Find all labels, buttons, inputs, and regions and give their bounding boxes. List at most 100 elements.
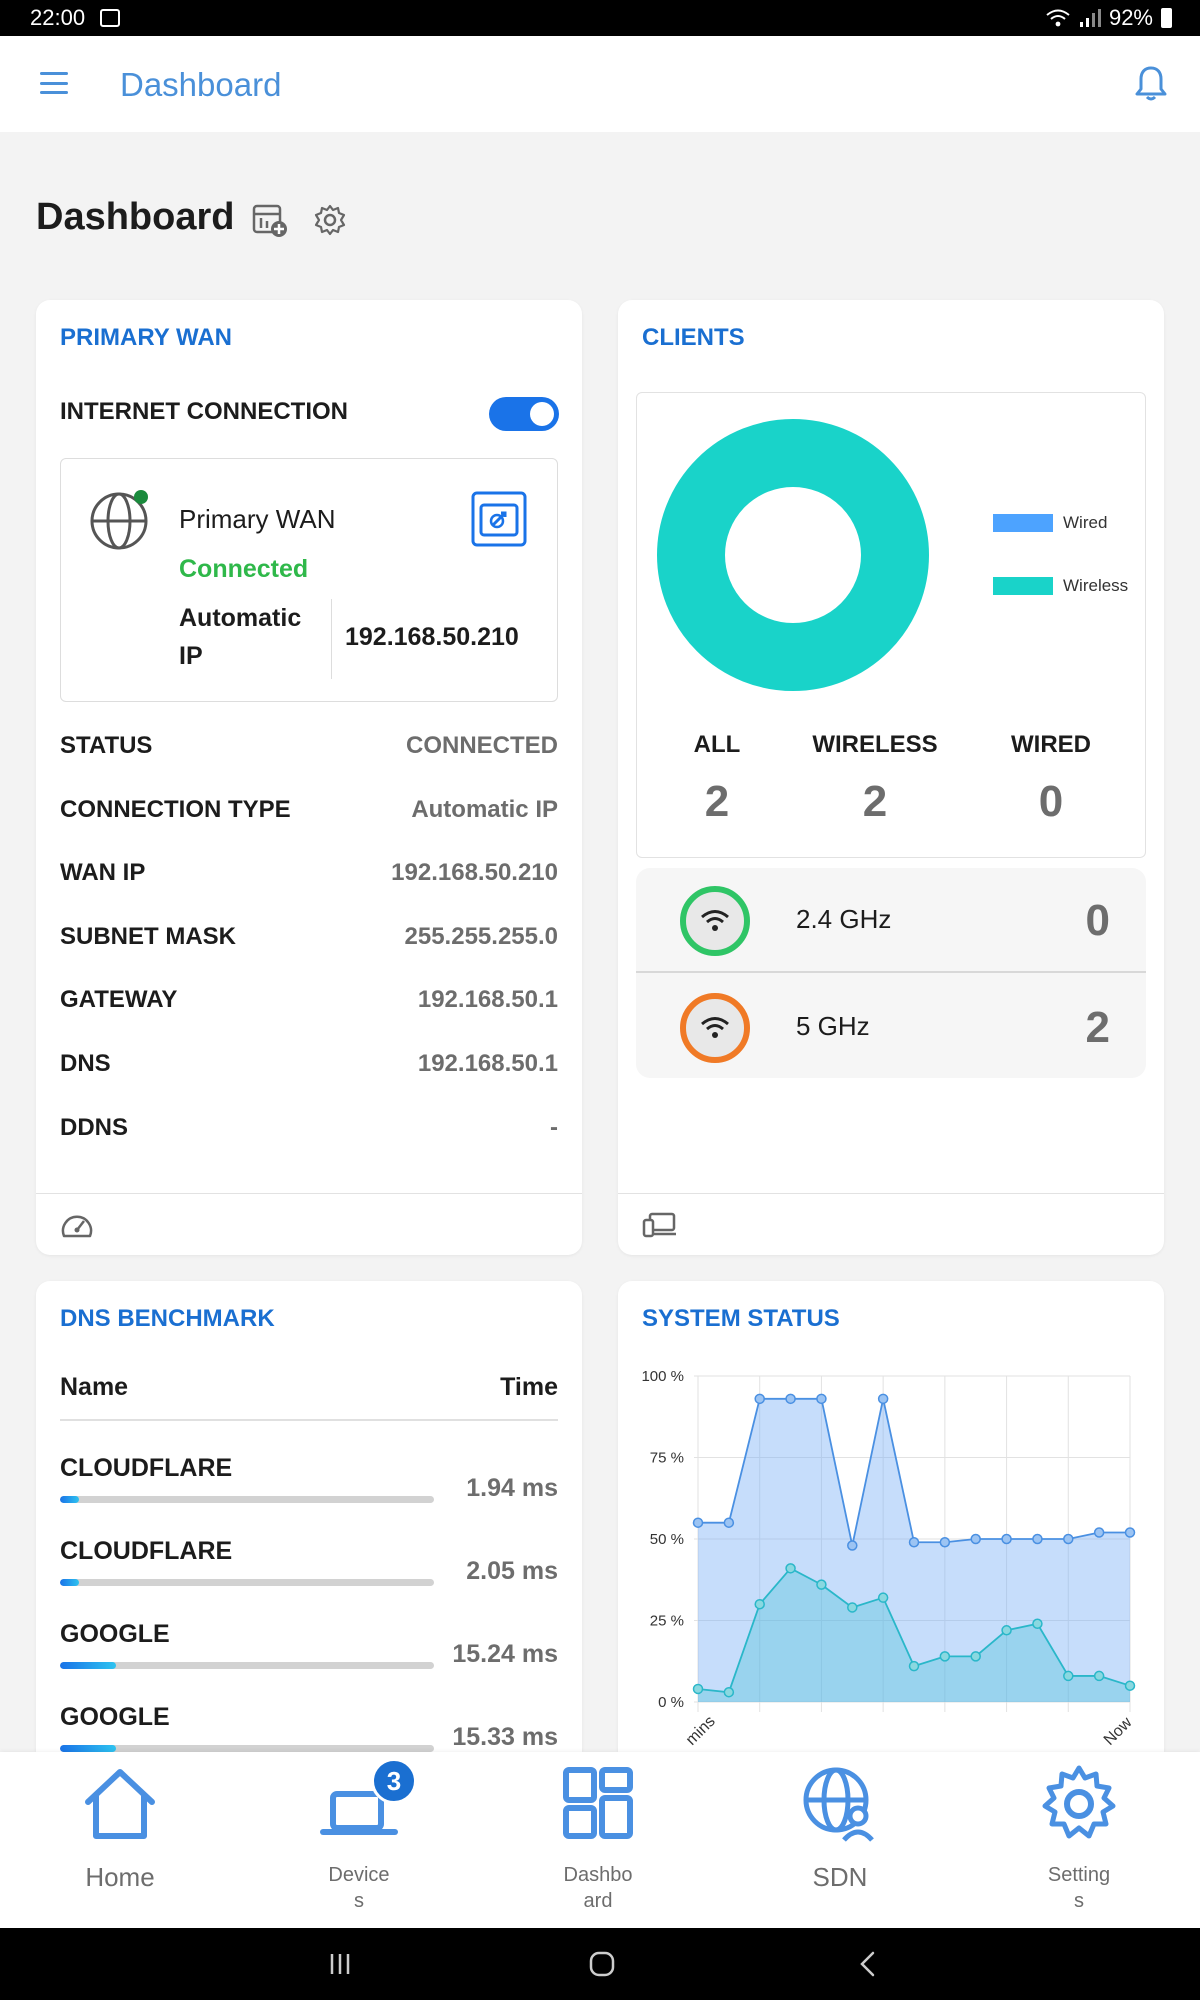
- nav-settings[interactable]: Setting s: [989, 1752, 1169, 1928]
- subnet-mask-row: SUBNET MASK 255.255.255.0: [60, 917, 558, 957]
- dns-provider-name: CLOUDFLARE: [60, 1537, 233, 1565]
- primary-wan-title: PRIMARY WAN: [60, 324, 233, 351]
- data-point: [939, 1537, 951, 1548]
- data-point: [1032, 1533, 1043, 1545]
- legend-swatch: [993, 577, 1053, 595]
- data-point: [1032, 1618, 1043, 1630]
- add-widget-icon[interactable]: [252, 204, 288, 238]
- donut-slice-wireless: [657, 419, 929, 691]
- column-header-time: Time: [500, 1373, 558, 1401]
- x-tick-label: mins: [683, 1713, 719, 1749]
- column-header-name: Name: [60, 1373, 129, 1401]
- dns-table-header: Name Time: [60, 1373, 558, 1421]
- connection-type-row: CONNECTION TYPE Automatic IP: [60, 790, 558, 830]
- data-point: [1093, 1670, 1105, 1682]
- row-value: CONNECTED: [405, 732, 558, 759]
- recent-apps-icon[interactable]: [328, 1952, 352, 1976]
- dns-row: CLOUDFLARE 1.94 ms: [60, 1454, 558, 1534]
- app-bar-title: Dashboard: [120, 66, 282, 103]
- dns-time-fill: [60, 1662, 117, 1669]
- dns-time-fill: [60, 1496, 79, 1503]
- band-label: 2.4 GHz: [796, 904, 892, 934]
- signal-icon: [1079, 9, 1101, 27]
- band-row-2g[interactable]: 2.4 GHz 0: [636, 868, 1146, 973]
- system-status-card: SYSTEM STATUS 100 % 75 % 50 % 25 % 0 % mins No…: [618, 1281, 1164, 1752]
- data-point: [847, 1602, 858, 1613]
- data-point: [1093, 1527, 1105, 1538]
- system-status-chart: 100 % 75 % 50 % 25 % 0 % mins Now: [641, 1368, 1136, 1749]
- settings-icon: [1042, 1765, 1116, 1839]
- devices-icon[interactable]: [642, 1212, 678, 1238]
- home-icon: [85, 1769, 155, 1839]
- legend-swatch: [993, 514, 1053, 532]
- stat-label: ALL: [693, 731, 741, 758]
- card-footer: [36, 1193, 582, 1255]
- dns-time-fill: [60, 1579, 79, 1586]
- data-point: [1124, 1527, 1136, 1538]
- nav-label: Setting s: [1047, 1864, 1111, 1912]
- speedometer-icon[interactable]: [60, 1210, 94, 1240]
- page-title: Dashboard: [36, 196, 235, 238]
- system-navigation-bar: [0, 1928, 1200, 2000]
- data-point: [1124, 1680, 1136, 1691]
- data-point: [908, 1660, 920, 1672]
- dns-time-bar: [60, 1662, 434, 1669]
- divider: [331, 599, 332, 679]
- row-label: GATEWAY: [60, 986, 178, 1013]
- row-value: 192.168.50.1: [417, 986, 558, 1013]
- dns-time-bar: [60, 1579, 434, 1586]
- back-icon[interactable]: [858, 1950, 878, 1978]
- band-count: 0: [1085, 896, 1110, 945]
- bottom-nav: Home 3 Device s Dashbo ard SDN Setting s: [0, 1752, 1200, 1928]
- dns-benchmark-card: DNS BENCHMARK Name Time CLOUDFLARE 1.94 …: [36, 1281, 582, 1752]
- ddns-row: DDNS -: [60, 1108, 558, 1148]
- card-footer: [618, 1193, 1164, 1255]
- nav-dashboard[interactable]: Dashbo ard: [508, 1752, 688, 1928]
- wan-ip-row: WAN IP 192.168.50.210: [60, 853, 558, 893]
- nav-devices[interactable]: 3 Device s: [269, 1752, 449, 1928]
- y-tick-label: 75 %: [650, 1450, 684, 1467]
- wan-settings-icon[interactable]: [471, 491, 527, 547]
- nav-label: SDN: [812, 1862, 868, 1892]
- dns-time-value: 2.05 ms: [466, 1557, 558, 1585]
- bell-icon[interactable]: [1134, 64, 1168, 102]
- data-point: [1063, 1670, 1074, 1682]
- dns-time-value: 1.94 ms: [466, 1474, 558, 1502]
- row-value: -: [550, 1114, 558, 1141]
- wan-summary-box: Primary WAN Connected Automatic IP 192.1…: [60, 458, 558, 702]
- wifi-icon: [680, 886, 750, 956]
- data-point: [692, 1517, 704, 1528]
- data-point: [1001, 1533, 1012, 1545]
- gear-icon[interactable]: [314, 204, 346, 236]
- dns-row: DNS 192.168.50.1: [60, 1044, 558, 1084]
- data-point: [970, 1651, 981, 1662]
- devices-badge: 3: [371, 1758, 417, 1804]
- home-system-icon[interactable]: [588, 1950, 616, 1978]
- data-point: [816, 1579, 827, 1590]
- band-row-5g[interactable]: 5 GHz 2: [636, 975, 1146, 1078]
- nav-label: Dashbo ard: [563, 1864, 633, 1912]
- row-label: CONNECTION TYPE: [60, 796, 291, 823]
- menu-icon[interactable]: [40, 72, 68, 94]
- band-label: 5 GHz: [796, 1011, 870, 1041]
- battery-icon: [1161, 8, 1172, 28]
- dns-benchmark-title: DNS BENCHMARK: [60, 1305, 275, 1332]
- legend-item-wired: Wired: [993, 513, 1107, 533]
- legend-label: Wireless: [1063, 576, 1129, 595]
- stat-all: ALL 2: [637, 731, 797, 827]
- row-value: 192.168.50.1: [417, 1050, 558, 1077]
- dns-row: GOOGLE 15.33 ms: [60, 1703, 558, 1752]
- dns-provider-name: GOOGLE: [60, 1620, 170, 1648]
- data-point: [970, 1533, 981, 1545]
- internet-connection-toggle[interactable]: [489, 397, 559, 431]
- y-tick-label: 100 %: [641, 1368, 684, 1385]
- dns-time-value: 15.24 ms: [452, 1640, 558, 1668]
- wifi-icon: [680, 993, 750, 1063]
- row-value: Automatic IP: [411, 796, 558, 823]
- nav-label: Home: [85, 1862, 155, 1892]
- wan-name: Primary WAN: [179, 504, 336, 534]
- nav-sdn[interactable]: SDN: [750, 1752, 930, 1928]
- row-label: STATUS: [60, 732, 153, 759]
- nav-home[interactable]: Home: [30, 1752, 210, 1928]
- legend-item-wireless: Wireless: [993, 576, 1128, 596]
